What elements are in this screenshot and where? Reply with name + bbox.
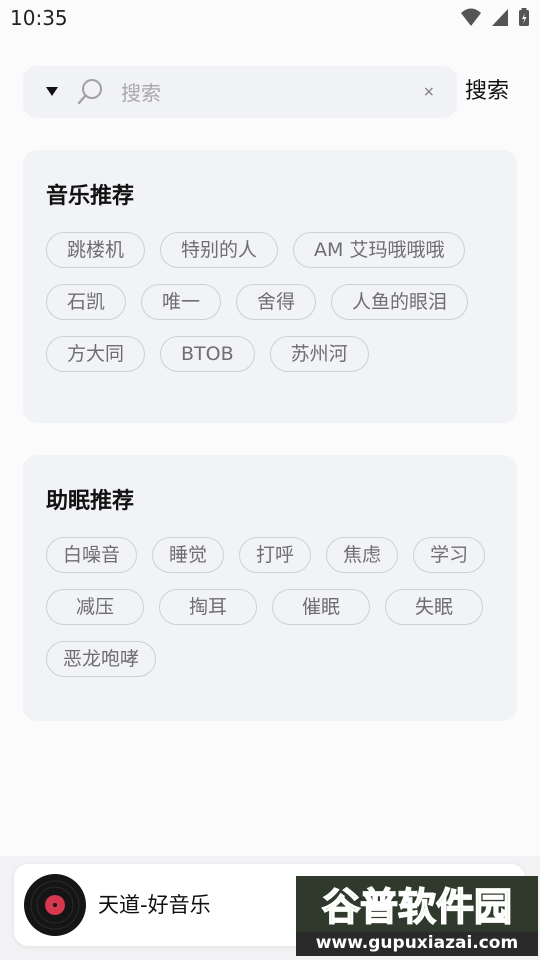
clear-icon[interactable]: × [423, 83, 435, 101]
signal-icon [492, 9, 508, 26]
sleep-tag-list: 白噪音 睡觉 打呼 焦虑 学习 减压 掏耳 催眠 失眠 恶龙咆哮 [46, 537, 494, 677]
track-name[interactable]: 天道-好音乐 [98, 892, 211, 918]
music-tag[interactable]: 跳楼机 [46, 232, 146, 268]
music-tag[interactable]: 苏州河 [269, 336, 369, 372]
watermark-url: www.gupuxiazai.com [316, 933, 518, 953]
music-tag[interactable]: AM 艾玛哦哦哦 [293, 232, 466, 268]
sleep-tag[interactable]: 失眠 [385, 589, 484, 625]
sleep-tag[interactable]: 白噪音 [46, 537, 138, 573]
sleep-tag[interactable]: 焦虑 [326, 537, 399, 573]
sleep-recommend-card: 助眠推荐 白噪音 睡觉 打呼 焦虑 学习 减压 掏耳 催眠 失眠 恶龙咆哮 [23, 455, 517, 721]
search-input[interactable] [119, 76, 403, 110]
sleep-tag[interactable]: 催眠 [272, 589, 371, 625]
music-recommend-card: 音乐推荐 跳楼机 特别的人 AM 艾玛哦哦哦 石凯 唯一 舍得 人鱼的眼泪 方大… [23, 150, 517, 423]
sleep-tag[interactable]: 打呼 [239, 537, 312, 573]
watermark-logo: 谷普软件园 www.gupuxiazai.com [296, 876, 538, 956]
vinyl-disc-icon[interactable] [24, 874, 86, 936]
music-tag[interactable]: BTOB [160, 336, 255, 372]
dropdown-arrow-icon[interactable] [46, 87, 58, 96]
music-tag[interactable]: 特别的人 [160, 232, 279, 268]
music-tag[interactable]: 舍得 [236, 284, 317, 320]
music-tag[interactable]: 唯一 [141, 284, 222, 320]
sleep-recommend-title: 助眠推荐 [46, 489, 135, 514]
music-tag-list: 跳楼机 特别的人 AM 艾玛哦哦哦 石凯 唯一 舍得 人鱼的眼泪 方大同 BTO… [46, 232, 494, 372]
sleep-tag[interactable]: 恶龙咆哮 [46, 641, 157, 677]
music-tag[interactable]: 方大同 [46, 336, 146, 372]
music-tag[interactable]: 石凯 [46, 284, 127, 320]
music-tag[interactable]: 人鱼的眼泪 [331, 284, 469, 320]
sleep-tag[interactable]: 学习 [413, 537, 486, 573]
search-box: × [23, 66, 457, 118]
wifi-icon [461, 8, 481, 26]
search-button[interactable]: 搜索 [465, 76, 509, 108]
sleep-tag[interactable]: 减压 [46, 589, 145, 625]
status-bar: 10:35 [0, 0, 540, 38]
search-row: × 搜索 [23, 66, 523, 118]
search-icon [77, 79, 102, 105]
battery-icon [519, 8, 529, 26]
status-icons [460, 7, 530, 27]
sleep-tag[interactable]: 掏耳 [159, 589, 258, 625]
sleep-tag[interactable]: 睡觉 [152, 537, 225, 573]
watermark-title: 谷普软件园 [322, 885, 512, 929]
status-time: 10:35 [10, 6, 68, 30]
music-recommend-title: 音乐推荐 [46, 184, 135, 209]
